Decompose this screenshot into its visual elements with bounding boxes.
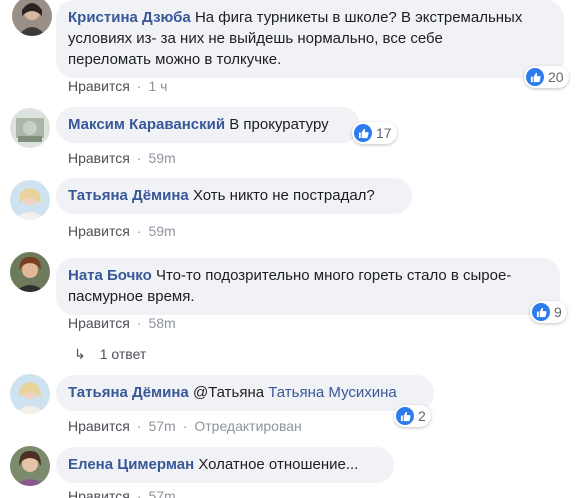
timestamp[interactable]: 1 ч bbox=[148, 78, 167, 94]
reaction-count[interactable]: 9 bbox=[530, 301, 567, 323]
comment-text: На фига турникеты в школе? В экстремальн… bbox=[194, 9, 523, 26]
comment-meta: Нравится · 59m bbox=[68, 223, 176, 239]
comment-author[interactable]: Татьяна Дёмина bbox=[68, 384, 189, 401]
like-link[interactable]: Нравится bbox=[68, 223, 130, 239]
mention-link[interactable]: Татьяна Мусихина bbox=[268, 384, 396, 401]
thumbs-up-icon bbox=[354, 124, 372, 142]
avatar[interactable] bbox=[10, 180, 50, 220]
comment-author[interactable]: Кристина Дзюба bbox=[68, 9, 191, 26]
comment-bubble: Максим Караванский В прокуратуру bbox=[56, 107, 360, 143]
like-link[interactable]: Нравится bbox=[68, 418, 130, 434]
comment-bubble: Татьяна Дёмина @Татьяна Татьяна Мусихина bbox=[56, 375, 434, 411]
view-replies[interactable]: ↳ 1 ответ bbox=[74, 346, 146, 363]
like-link[interactable]: Нравится bbox=[68, 488, 130, 498]
replies-count[interactable]: 1 ответ bbox=[100, 346, 147, 362]
timestamp[interactable]: 59m bbox=[148, 150, 175, 166]
comment-author[interactable]: Ната Бочко bbox=[68, 267, 152, 284]
comment-meta: Нравится · 57m · Отредактирован bbox=[68, 418, 302, 434]
timestamp[interactable]: 57m bbox=[148, 488, 175, 498]
thumbs-up-icon bbox=[396, 407, 414, 425]
avatar[interactable] bbox=[10, 252, 50, 292]
thumbs-up-icon bbox=[526, 68, 544, 86]
reaction-count[interactable]: 17 bbox=[352, 122, 397, 144]
comment-text: условиях из- за них не выйдешь нормально… bbox=[68, 30, 443, 47]
comment-author[interactable]: Татьяна Дёмина bbox=[68, 187, 189, 204]
comment-bubble: Елена Цимерман Холатное отношение... bbox=[56, 447, 394, 483]
reaction-number: 17 bbox=[376, 125, 392, 141]
reaction-count[interactable]: 2 bbox=[394, 405, 431, 427]
reaction-number: 2 bbox=[418, 408, 426, 424]
reaction-number: 20 bbox=[548, 69, 564, 85]
timestamp[interactable]: 57m bbox=[148, 418, 175, 434]
comment-text: Хоть никто не пострадал? bbox=[192, 187, 375, 204]
comment-text: Что-то подозрительно много гореть стало … bbox=[155, 267, 512, 284]
timestamp[interactable]: 58m bbox=[148, 315, 175, 331]
like-link[interactable]: Нравится bbox=[68, 78, 130, 94]
like-link[interactable]: Нравится bbox=[68, 315, 130, 331]
avatar[interactable] bbox=[12, 0, 52, 36]
comment-text: Холатное отношение... bbox=[198, 456, 359, 473]
comment-meta: Нравится · 58m bbox=[68, 315, 176, 331]
comment-author[interactable]: Максим Караванский bbox=[68, 116, 225, 133]
timestamp[interactable]: 59m bbox=[148, 223, 175, 239]
avatar[interactable] bbox=[10, 446, 50, 486]
comment-text: В прокуратуру bbox=[229, 116, 329, 133]
like-link[interactable]: Нравится bbox=[68, 150, 130, 166]
comment-bubble: Ната Бочко Что-то подозрительно много го… bbox=[56, 258, 560, 315]
comment-bubble: Кристина Дзюба На фига турникеты в школе… bbox=[56, 0, 564, 78]
avatar[interactable] bbox=[10, 108, 50, 148]
comment-meta: Нравится · 59m bbox=[68, 150, 176, 166]
reply-arrow-icon: ↳ bbox=[74, 346, 86, 362]
comment-text: пасмурное время. bbox=[68, 288, 195, 305]
comment-meta: Нравится · 1 ч bbox=[68, 78, 168, 94]
mention-prefix: @Татьяна bbox=[192, 384, 265, 401]
comment-meta: Нравится · 57m bbox=[68, 488, 176, 498]
reaction-count[interactable]: 20 bbox=[524, 66, 569, 88]
comment-text: переломать можно в толкучке. bbox=[68, 51, 282, 68]
reaction-number: 9 bbox=[554, 304, 562, 320]
comment-bubble: Татьяна Дёмина Хоть никто не пострадал? bbox=[56, 178, 412, 214]
thumbs-up-icon bbox=[532, 303, 550, 321]
avatar[interactable] bbox=[10, 374, 50, 414]
edited-label[interactable]: Отредактирован bbox=[194, 418, 301, 434]
comment-author[interactable]: Елена Цимерман bbox=[68, 456, 194, 473]
